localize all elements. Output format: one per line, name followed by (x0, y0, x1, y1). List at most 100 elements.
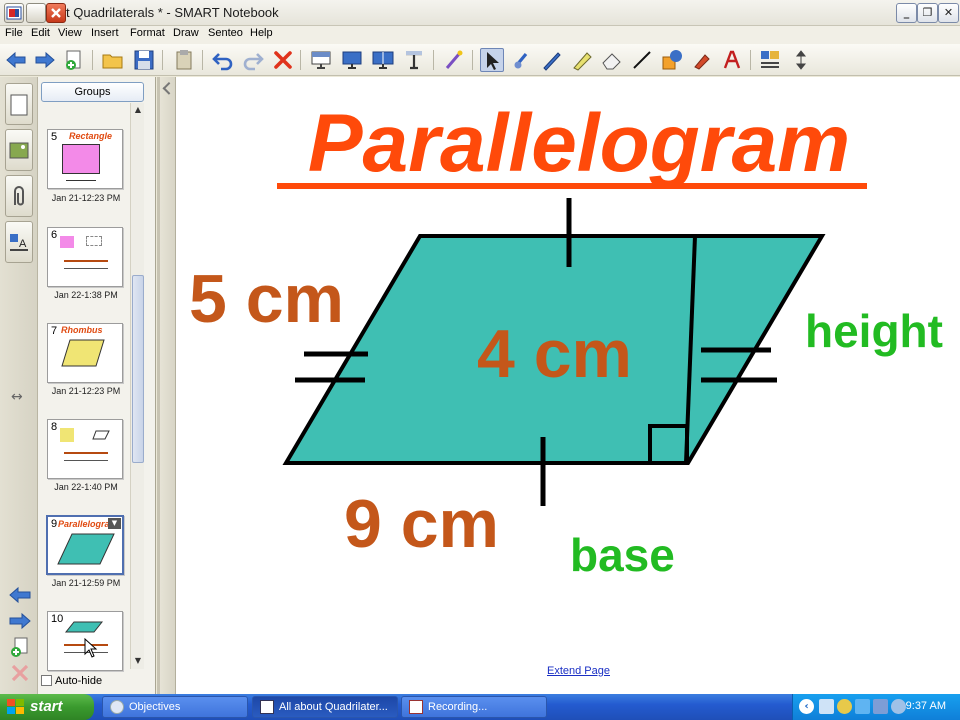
volume-icon[interactable] (873, 699, 888, 714)
extend-page-link[interactable]: Extend Page (547, 665, 610, 677)
close-icon[interactable] (46, 3, 66, 23)
add-page-side-icon[interactable] (8, 637, 32, 657)
area-label: 4 cm (477, 316, 632, 392)
previous-page-icon[interactable] (8, 585, 32, 605)
network-icon[interactable] (819, 699, 834, 714)
side-tab-strip: A ↔ (0, 77, 38, 694)
add-page-icon[interactable] (62, 48, 86, 72)
task-objectives[interactable]: Objectives (102, 696, 248, 718)
page-thumbnail-9[interactable]: 9 Parallelogram ▼ (46, 515, 124, 575)
windows-logo-icon (7, 699, 24, 714)
whiteboard-canvas[interactable]: Parallelogram 5 cm 4 cm 9 cm height base… (157, 77, 960, 694)
move-toolbar-icon[interactable] (789, 48, 813, 72)
gallery-tab[interactable] (5, 129, 33, 171)
highlighter-icon[interactable] (570, 48, 594, 72)
attachments-tab[interactable] (5, 175, 33, 217)
start-button[interactable]: start (0, 694, 94, 720)
tray-expand-icon[interactable]: ‹ (799, 699, 814, 714)
page-thumbnail-10[interactable]: 10 (47, 611, 123, 671)
thumb-line (64, 268, 108, 269)
checkbox-box[interactable] (41, 675, 52, 686)
redo-icon[interactable] (241, 48, 265, 72)
close-button[interactable]: ✕ (938, 3, 959, 23)
task-label: Recording... (428, 701, 488, 713)
thumb-title: Rectangle (69, 131, 113, 141)
app-icon (110, 700, 124, 714)
thumb-rhombus-shape (61, 339, 105, 367)
select-icon[interactable] (480, 48, 504, 72)
scroll-down-icon[interactable]: ▼ (132, 655, 144, 667)
paste-icon[interactable] (172, 48, 196, 72)
scroll-up-icon[interactable]: ▲ (132, 104, 144, 116)
text-icon[interactable] (720, 48, 744, 72)
task-quadrilaterals[interactable]: All about Quadrilater... (252, 696, 398, 718)
line-icon[interactable] (630, 48, 654, 72)
menu-format[interactable]: Format (130, 27, 165, 39)
page-number: 8 (51, 421, 58, 433)
delete-icon[interactable] (271, 48, 295, 72)
delete-page-icon[interactable] (8, 663, 32, 683)
toolbar-separator (433, 50, 434, 70)
thumb-title: Rhombus (61, 325, 103, 335)
menu-insert[interactable]: Insert (91, 27, 119, 39)
page-thumbnail-7[interactable]: 7 Rhombus (47, 323, 123, 383)
pen-icon[interactable] (540, 48, 564, 72)
tray-app-icon[interactable] (855, 699, 870, 714)
full-screen-icon[interactable] (340, 48, 364, 72)
notebook-icon (260, 700, 274, 714)
capture-icon[interactable] (402, 48, 426, 72)
page-sorter-tab[interactable] (5, 83, 33, 125)
shapes-icon[interactable] (660, 48, 684, 72)
page-thumbnail-5[interactable]: 5 Rectangle (47, 129, 123, 189)
page-menu-dropdown-icon[interactable]: ▼ (108, 518, 121, 529)
menu-file[interactable]: File (5, 27, 23, 39)
dual-page-icon[interactable] (371, 48, 395, 72)
page-date: Jan 21-12:23 PM (51, 386, 121, 396)
page-number: 10 (51, 613, 64, 625)
properties-icon[interactable] (758, 48, 782, 72)
creative-pen-icon[interactable] (510, 48, 534, 72)
eraser-icon[interactable] (600, 48, 624, 72)
svg-text:A: A (19, 238, 27, 250)
app-icon[interactable] (4, 3, 24, 23)
sorter-scrollbar[interactable]: ▲ ▼ (130, 103, 144, 669)
menu-draw[interactable]: Draw (173, 27, 199, 39)
maximize-button[interactable]: ❐ (917, 3, 938, 23)
screen-shade-icon[interactable] (309, 48, 333, 72)
minimize-button[interactable]: _ (896, 3, 917, 23)
page-thumbnail-6[interactable]: 6 (47, 227, 123, 287)
toolbar-separator (472, 50, 473, 70)
panel-resize-bar[interactable] (160, 77, 176, 694)
open-folder-icon[interactable] (101, 48, 125, 72)
page-number: 5 (51, 131, 58, 143)
title-underline (277, 183, 867, 189)
thumb-parallelogram-shape (57, 533, 115, 565)
forward-arrow-icon[interactable] (33, 48, 57, 72)
save-icon[interactable] (132, 48, 156, 72)
restore-icon[interactable] (26, 3, 46, 23)
properties-tab[interactable]: A (5, 221, 33, 263)
magic-pen-icon[interactable] (442, 48, 466, 72)
menu-view[interactable]: View (58, 27, 82, 39)
next-page-icon[interactable] (8, 611, 32, 631)
menu-senteo[interactable]: Senteo (208, 27, 243, 39)
tray-app-icon[interactable] (891, 699, 906, 714)
undo-icon[interactable] (211, 48, 235, 72)
task-recording[interactable]: Recording... (401, 696, 547, 718)
page-thumbnail-8[interactable]: 8 (47, 419, 123, 479)
auto-hide-checkbox[interactable]: Auto-hide (41, 675, 102, 687)
side-length-label: 5 cm (189, 261, 344, 337)
groups-button[interactable]: Groups (41, 82, 144, 102)
menu-edit[interactable]: Edit (31, 27, 50, 39)
toolbar-separator (300, 50, 301, 70)
mouse-cursor-icon (84, 638, 98, 658)
fill-icon[interactable] (690, 48, 714, 72)
toolbar (0, 44, 960, 76)
resize-handle-icon[interactable]: ↔ (11, 389, 23, 405)
back-arrow-icon[interactable] (4, 48, 28, 72)
scrollbar-thumb[interactable] (132, 275, 144, 463)
toolbar-separator (750, 50, 751, 70)
tray-app-icon[interactable] (837, 699, 852, 714)
collapse-arrow-icon[interactable] (162, 81, 176, 95)
menu-help[interactable]: Help (250, 27, 273, 39)
